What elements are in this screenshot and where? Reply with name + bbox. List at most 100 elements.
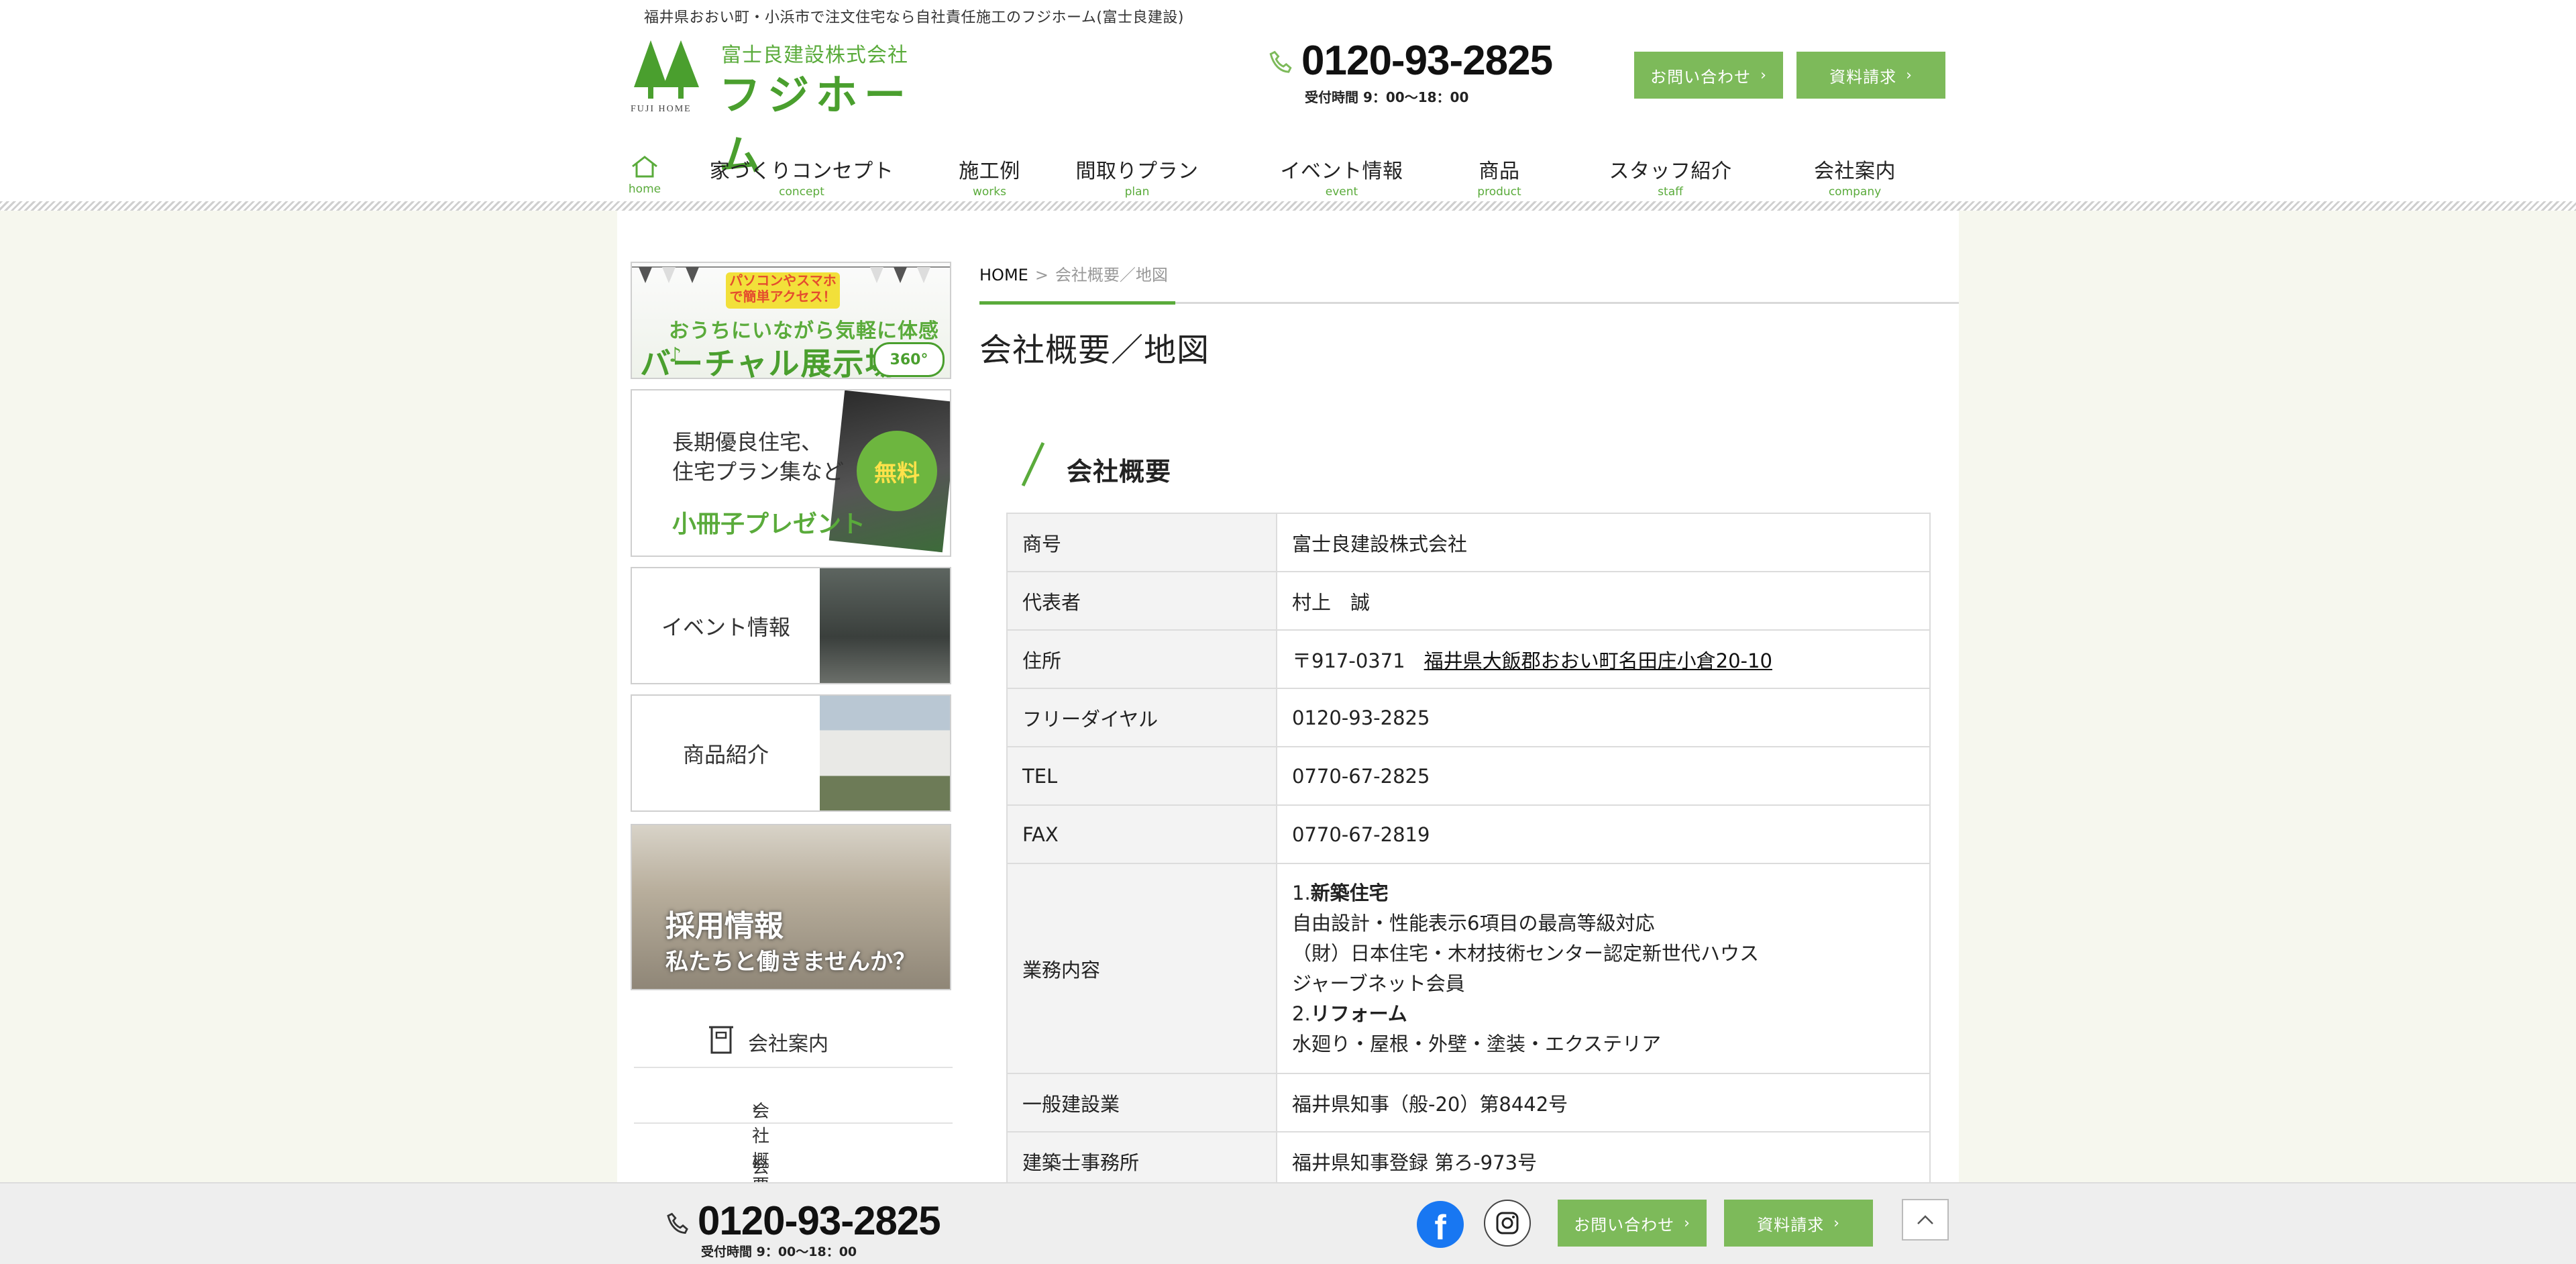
- table-value: 福井県知事（般-20）第8442号: [1276, 1073, 1931, 1133]
- breadcrumb-divider-accent: [979, 301, 1175, 305]
- booklet-present-banner[interactable]: 無料 長期優良住宅、 住宅プラン集など 小冊子プレゼント: [631, 389, 951, 557]
- business-line: 水廻り・屋根・外壁・塗装・エクステリア: [1292, 1032, 1662, 1055]
- instagram-glyph: [1496, 1212, 1519, 1234]
- event-banner[interactable]: イベント情報: [631, 567, 951, 684]
- table-value: 福井県知事登録 第ろ-973号: [1276, 1131, 1931, 1191]
- instagram-icon[interactable]: [1484, 1200, 1531, 1247]
- header-contact-label: お問い合わせ: [1650, 67, 1752, 87]
- global-nav: home 家づくりコンセプト concept 施工例 works 間取りプラン …: [624, 154, 1952, 201]
- business-line-num: 2.: [1292, 1002, 1311, 1025]
- recruit-banner[interactable]: 採用情報 私たちと働きませんか？: [631, 824, 951, 990]
- nav-item-en: works: [973, 185, 1006, 199]
- header-phone-hours: 受付時間 9：00〜18：00: [1305, 89, 1469, 105]
- nav-divider: [0, 201, 2576, 211]
- footer-request-label: 資料請求: [1757, 1215, 1825, 1234]
- section-title: 会社概要: [1067, 457, 1172, 486]
- breadcrumb-current: 会社概要／地図: [1055, 266, 1168, 284]
- table-row: フリーダイヤル 0120-93-2825: [1006, 688, 1931, 747]
- header-request-button[interactable]: 資料請求 ›: [1796, 52, 1945, 99]
- nav-item-event[interactable]: イベント情報 event: [1268, 154, 1415, 199]
- table-row: 代表者 村上 誠: [1006, 571, 1931, 631]
- table-row: 住所 〒917-0371 福井県大飯郡おおい町名田庄小倉20-10: [1006, 629, 1931, 689]
- table-key: 業務内容: [1006, 863, 1277, 1074]
- business-line-num: 1.: [1292, 881, 1311, 904]
- table-value: 0120-93-2825: [1276, 688, 1931, 747]
- facebook-icon[interactable]: f: [1417, 1201, 1464, 1248]
- nav-item-label: スタッフ紹介: [1609, 160, 1732, 183]
- table-value: 0770-67-2819: [1276, 804, 1931, 864]
- nav-item-en: plan: [1124, 185, 1150, 199]
- site-logo[interactable]: FUJI HOME 富士良建設株式会社 フジホーム: [631, 37, 946, 180]
- table-row: FAX 0770-67-2819: [1006, 804, 1931, 864]
- business-line: ジャーブネット会員: [1292, 971, 1465, 995]
- company-info-table: 商号 富士良建設株式会社 代表者 村上 誠 住所 〒917-0371 福井県大飯郡…: [1006, 513, 1931, 1191]
- business-line-title: 新築住宅: [1310, 881, 1389, 904]
- chevron-right-icon: ›: [1833, 1214, 1840, 1232]
- business-line: 1.新築住宅: [1292, 878, 1915, 908]
- nav-item-plan[interactable]: 間取りプラン plan: [1060, 154, 1214, 199]
- vr-showroom-banner[interactable]: パソコンやスマホで簡単アクセス！ おうちにいながら気軽に体感♪ バーチャル展示場…: [631, 262, 951, 379]
- nav-item-en: product: [1477, 185, 1521, 199]
- phone-icon: [1269, 50, 1292, 73]
- nav-item-en: event: [1325, 185, 1358, 199]
- table-key: 建築士事務所: [1006, 1131, 1277, 1191]
- nav-item-product[interactable]: 商品 product: [1462, 154, 1536, 199]
- product-banner-label: 商品紹介: [682, 741, 769, 768]
- table-value: 富士良建設株式会社: [1276, 513, 1931, 572]
- sidebar-section-heading: 会社案内: [708, 1023, 882, 1057]
- nav-item-staff[interactable]: スタッフ紹介 staff: [1590, 154, 1751, 199]
- nav-item-label: 間取りプラン: [1075, 160, 1199, 183]
- event-banner-label: イベント情報: [661, 614, 790, 640]
- business-line: 自由設計・性能表示6項目の最高等級対応: [1292, 911, 1655, 935]
- footer-phone[interactable]: 0120-93-2825 受付時間 9：00〜18：00: [664, 1198, 959, 1261]
- table-key: 代表者: [1006, 571, 1277, 631]
- nav-item-company[interactable]: 会社案内 company: [1794, 154, 1915, 199]
- site-tagline: 福井県おおい町・小浜市で注文住宅なら自社責任施工のフジホーム(富士良建設): [644, 9, 1185, 26]
- building-icon: [709, 1026, 733, 1054]
- chevron-right-icon: ›: [1684, 1214, 1690, 1232]
- table-row: 一般建設業 福井県知事（般-20）第8442号: [1006, 1073, 1931, 1133]
- header-phone-number: 0120-93-2825: [1301, 38, 1553, 84]
- nav-item-home[interactable]: home: [624, 154, 665, 196]
- footer-contact-button[interactable]: お問い合わせ ›: [1558, 1200, 1707, 1247]
- header-phone[interactable]: 0120-93-2825 受付時間 9：00〜18：00: [1267, 37, 1562, 105]
- nav-item-concept[interactable]: 家づくりコンセプト concept: [704, 154, 899, 199]
- address-map-link[interactable]: 福井県大飯郡おおい町名田庄小倉20-10: [1424, 649, 1772, 672]
- business-line: （財）日本住宅・木材技術センター認定新世代ハウス: [1292, 941, 1760, 965]
- booklet-line1: 長期優良住宅、: [672, 429, 823, 455]
- table-key: TEL: [1006, 746, 1277, 806]
- nav-item-en: concept: [779, 185, 824, 199]
- recruit-banner-line2: 私たちと働きませんか？: [665, 949, 916, 976]
- zip-code: 〒917-0371: [1292, 649, 1405, 672]
- chevron-right-icon: ›: [1760, 66, 1767, 84]
- sidebar-section-label: 会社案内: [748, 1033, 828, 1056]
- recruit-banner-line1: 採用情報: [665, 909, 784, 943]
- chevron-right-icon: ›: [1906, 66, 1913, 84]
- business-line: 2.リフォーム: [1292, 999, 1915, 1029]
- nav-item-label: 施工例: [959, 160, 1020, 183]
- sidebar-link-map[interactable]: › 会社地図: [634, 1122, 953, 1252]
- table-value: 0770-67-2825: [1276, 746, 1931, 806]
- home-icon: [632, 156, 657, 178]
- nav-item-works[interactable]: 施工例 works: [939, 154, 1040, 199]
- sidebar-link-overview[interactable]: › 会社概要: [634, 1067, 953, 1196]
- breadcrumb-home[interactable]: HOME: [979, 266, 1028, 284]
- table-row: TEL 0770-67-2825: [1006, 746, 1931, 806]
- product-banner[interactable]: 商品紹介: [631, 694, 951, 812]
- fixed-footer-bar: [0, 1182, 2576, 1264]
- table-value: 村上 誠: [1276, 571, 1931, 631]
- table-key: FAX: [1006, 804, 1277, 864]
- header-contact-button[interactable]: お問い合わせ ›: [1634, 52, 1783, 99]
- table-row: 建築士事務所 福井県知事登録 第ろ-973号: [1006, 1131, 1931, 1191]
- nav-item-home-en: home: [628, 182, 661, 196]
- booklet-line3: 小冊子プレゼント: [672, 511, 866, 538]
- back-to-top-button[interactable]: [1902, 1199, 1949, 1241]
- vr-360-badge: 360°: [873, 342, 945, 377]
- nav-item-label: 会社案内: [1814, 160, 1896, 183]
- section-slash-icon: [1021, 441, 1045, 487]
- footer-request-button[interactable]: 資料請求 ›: [1724, 1200, 1873, 1247]
- product-banner-image: [820, 696, 950, 810]
- table-row: 商号 富士良建設株式会社: [1006, 513, 1931, 572]
- table-value: 1.新築住宅 自由設計・性能表示6項目の最高等級対応 （財）日本住宅・木材技術セ…: [1276, 863, 1931, 1074]
- nav-item-label: 商品: [1479, 160, 1520, 183]
